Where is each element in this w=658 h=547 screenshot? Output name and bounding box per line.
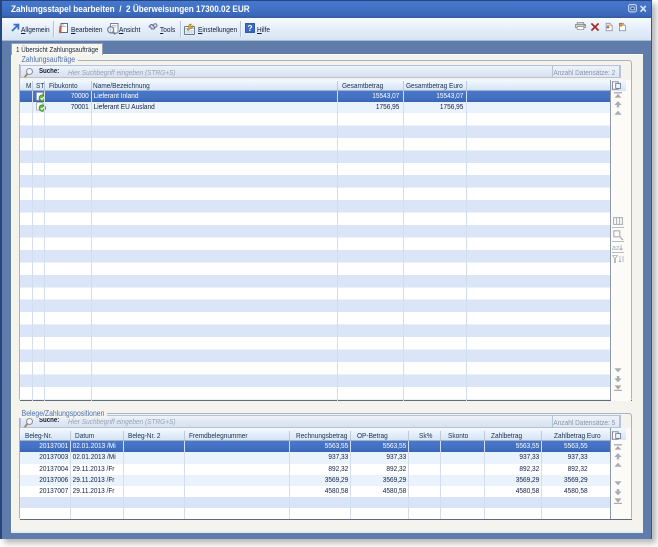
svg-text:?: ?: [247, 23, 252, 33]
svg-text:az: az: [612, 245, 620, 251]
